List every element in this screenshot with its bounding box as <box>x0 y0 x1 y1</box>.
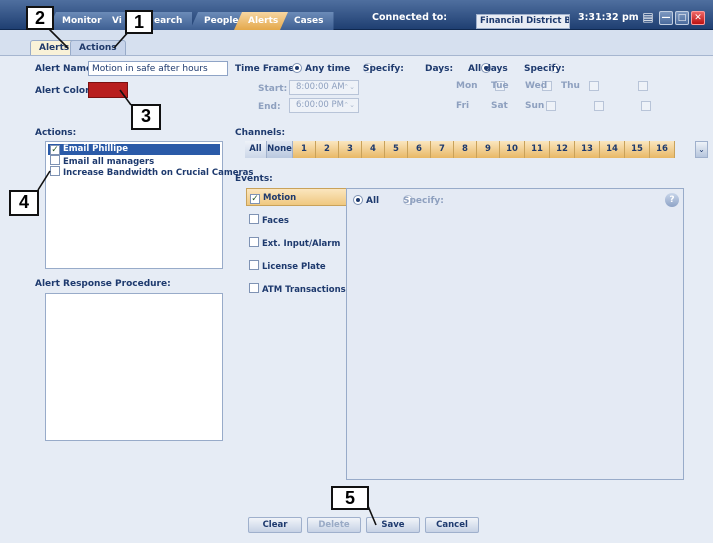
callout-3: 3 <box>131 104 161 130</box>
callout-4: 4 <box>9 190 39 216</box>
callout-leader-lines <box>37 27 377 526</box>
callout-2: 2 <box>26 6 54 30</box>
callout-1: 1 <box>125 10 153 34</box>
callout-5: 5 <box>331 486 369 510</box>
